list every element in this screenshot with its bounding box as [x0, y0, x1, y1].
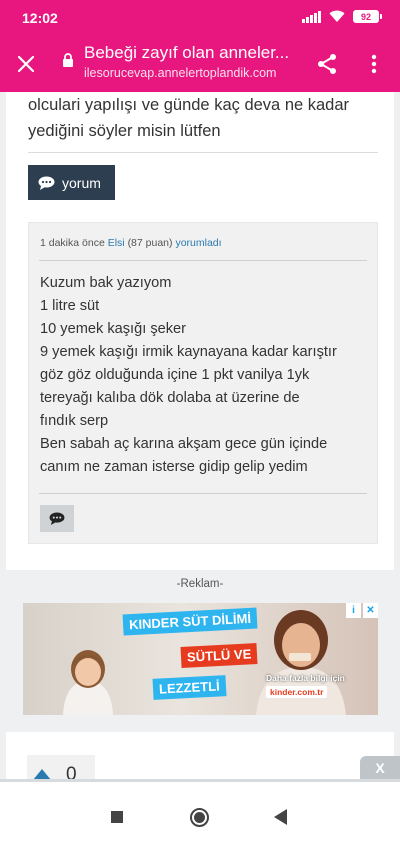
ad-info-text: Daha fazla bilgi için [266, 673, 345, 683]
ad-tag: KINDER SÜT DİLİMİ [122, 607, 258, 636]
divider [39, 260, 367, 261]
answer-line: tereyağı kalıba dök dolaba at üzerine de [40, 390, 300, 406]
question-line: olculari yapılışı ve günde kaç deva ne k… [28, 96, 350, 114]
close-tab-button[interactable] [12, 50, 40, 78]
more-options-button[interactable] [362, 50, 386, 78]
close-icon [17, 55, 35, 73]
answer-line: 1 litre süt [40, 298, 100, 314]
battery-icon: 92 [353, 10, 382, 23]
answer-card: 0 [6, 732, 394, 780]
answer-line: fındık serp [40, 413, 109, 429]
status-bar: 12:02 92 [0, 0, 400, 36]
answer-line: canım ne zaman isterse gidip gelip yedim [40, 459, 308, 475]
answer-line: Ben sabah aç karına akşam gece gün içind… [40, 436, 328, 452]
share-icon [318, 54, 336, 74]
speech-bubble-icon [38, 176, 55, 190]
share-button[interactable] [313, 50, 341, 78]
ad-info: Daha fazla bilgi için kinder.com.tr [266, 673, 345, 698]
divider [39, 493, 367, 494]
ad-info-icon[interactable]: i [346, 603, 361, 618]
home-icon[interactable] [190, 808, 209, 827]
url-bar: Bebeği zayıf olan anneler... ilesoruceva… [0, 36, 400, 92]
wifi-icon [329, 10, 345, 22]
answer-body: Kuzum bak yazıyom 1 litre süt 10 yemek k… [40, 272, 375, 479]
recents-icon[interactable] [111, 811, 123, 823]
ad-tag: SÜTLÜ VE [180, 643, 258, 668]
system-nav-bar [0, 782, 400, 844]
status-icons: 92 [302, 10, 382, 23]
ad-tag: LEZZETLİ [152, 675, 227, 700]
reply-button[interactable] [40, 505, 74, 532]
comment-button-label: yorum [62, 174, 101, 191]
answer-box: 1 dakika önce Elsi (87 puan) yorumladı K… [28, 222, 378, 544]
ad-corner-controls: i ✕ [346, 603, 378, 618]
signal-icon [302, 10, 321, 23]
answer-line: 10 yemek kaşığı şeker [40, 321, 187, 337]
answer-author-link[interactable]: Elsi [108, 237, 125, 249]
ad-banner[interactable]: KINDER SÜT DİLİMİ SÜTLÜ VE LEZZETLİ Daha… [23, 603, 378, 715]
vote-box: 0 [27, 755, 95, 780]
question-line: yediğini söyler misin lütfen [28, 122, 221, 140]
child-image [63, 650, 113, 715]
status-time: 12:02 [22, 10, 58, 26]
page-content[interactable]: olculari yapılışı ve günde kaç deva ne k… [0, 92, 400, 780]
speech-bubble-icon [49, 512, 65, 525]
question-card: olculari yapılışı ve günde kaç deva ne k… [6, 92, 394, 570]
answer-meta: 1 dakika önce Elsi (87 puan) yorumladı [40, 237, 222, 249]
answer-action-link[interactable]: yorumladı [175, 237, 221, 249]
page-title[interactable]: Bebeği zayıf olan anneler... [84, 43, 294, 63]
answer-line: göz göz olduğunda içine 1 pkt vanilya 1y… [40, 367, 310, 383]
comment-button[interactable]: yorum [28, 165, 115, 200]
woman-image [256, 610, 346, 715]
ad-label: -Reklam- [176, 578, 224, 590]
answer-line: Kuzum bak yazıyom [40, 275, 172, 291]
battery-level: 92 [353, 10, 379, 23]
answer-line: 9 yemek kaşığı irmik kaynayana kadar kar… [40, 344, 337, 360]
ad-close-icon[interactable]: ✕ [363, 603, 378, 618]
answer-points: (87 puan) [127, 237, 173, 249]
more-vertical-icon [371, 54, 377, 74]
vote-count: 0 [66, 764, 77, 780]
lock-icon [63, 53, 73, 67]
page-url[interactable]: ilesorucevap.annelertoplandik.com [84, 66, 304, 80]
ad-brand: kinder.com.tr [266, 686, 328, 698]
ad-overlay-close-button[interactable]: X [360, 756, 400, 780]
back-icon[interactable] [274, 809, 287, 825]
answer-time: 1 dakika önce [40, 237, 105, 249]
question-text: olculari yapılışı ve günde kaç deva ne k… [28, 92, 388, 144]
divider [28, 152, 378, 153]
browser-header: 12:02 92 Bebeği zayıf olan anneler... il… [0, 0, 400, 92]
